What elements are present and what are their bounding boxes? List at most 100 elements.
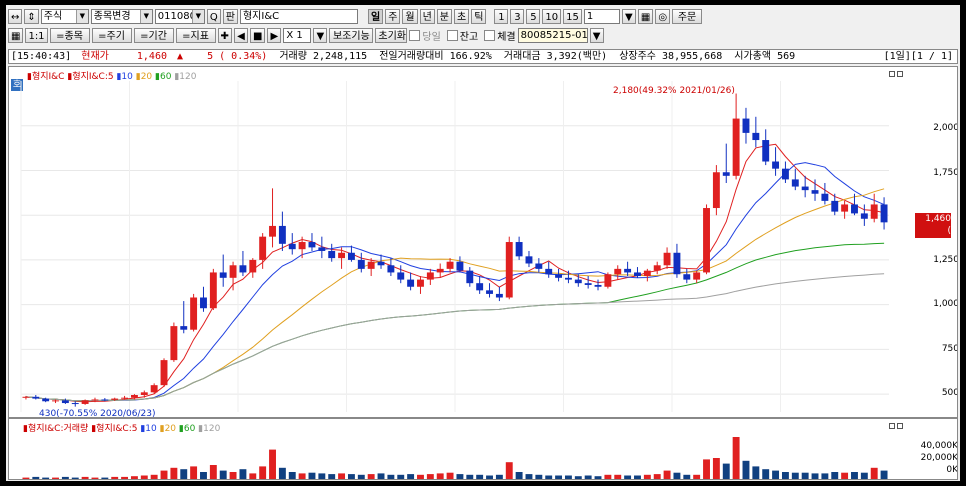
- candle: [663, 247, 671, 269]
- stock-name-value: 형지I&C: [242, 10, 280, 22]
- minute-button-3[interactable]: 3: [510, 8, 525, 24]
- candle-body: [634, 272, 641, 277]
- period-button-day[interactable]: 일: [367, 8, 384, 24]
- volume-bar: [249, 473, 257, 479]
- candle: [397, 265, 405, 284]
- volume-bar: [772, 470, 780, 479]
- volume-bar: [821, 473, 829, 479]
- grid-layout-icon[interactable]: ▦: [8, 27, 24, 43]
- y-tick-label: 1,250: [933, 255, 958, 265]
- crosshair-icon[interactable]: ✚: [217, 27, 232, 43]
- period-button-month[interactable]: 월: [402, 8, 418, 24]
- candle: [693, 270, 701, 284]
- chevron-down-icon[interactable]: ▼: [313, 27, 328, 43]
- candle-body: [703, 208, 710, 273]
- order-button[interactable]: 주문: [672, 8, 703, 24]
- candle: [318, 236, 326, 259]
- volume-bar: [456, 474, 464, 479]
- candle: [466, 267, 474, 287]
- candle: [624, 261, 632, 277]
- volume-bar: [61, 476, 69, 479]
- reset-button[interactable]: 초기화: [375, 27, 408, 43]
- grid-icon[interactable]: ▦: [637, 8, 654, 24]
- candle-body: [22, 396, 30, 398]
- period-button[interactable]: =기간: [133, 27, 174, 43]
- volume-bar: [446, 472, 454, 479]
- settings-icon[interactable]: ◎: [655, 8, 671, 24]
- item-button[interactable]: =종목: [49, 27, 90, 43]
- volume-bar: [81, 476, 89, 479]
- period-button-year[interactable]: 년: [419, 8, 435, 24]
- execution-checkbox[interactable]: 체결: [484, 28, 516, 43]
- candle-body: [387, 265, 395, 273]
- candle-body: [486, 290, 493, 294]
- search-button[interactable]: Q: [206, 8, 221, 24]
- period-button-minute[interactable]: 분: [436, 8, 452, 24]
- minute-button-10[interactable]: 10: [542, 8, 562, 24]
- minute-button-1[interactable]: 1: [494, 8, 509, 24]
- market-select[interactable]: 주식 ▼: [40, 8, 89, 24]
- window-move-icon[interactable]: ↔: [8, 8, 23, 24]
- account-select[interactable]: 80085215-01: [517, 27, 588, 43]
- minute-button-5[interactable]: 5: [526, 8, 541, 24]
- current-price-tag-change: ( 0.34%): [918, 226, 951, 248]
- interval-value: 1: [586, 10, 594, 22]
- candle-body: [742, 118, 750, 133]
- candle: [426, 268, 434, 285]
- candle-body: [594, 284, 602, 287]
- volume-bar: [752, 466, 760, 479]
- interval-input[interactable]: 1: [583, 8, 620, 24]
- indicator-button[interactable]: =지표: [175, 27, 216, 43]
- scroll-left-icon[interactable]: ◀: [233, 27, 248, 43]
- stock-code-input[interactable]: 011080 ▼: [154, 8, 205, 24]
- price-chart-canvas[interactable]: [9, 67, 899, 418]
- candle: [249, 258, 257, 278]
- balance-checkbox[interactable]: 잔고: [446, 28, 478, 43]
- volume-bar: [357, 474, 365, 479]
- volume-bar: [781, 472, 789, 479]
- volume-chart-canvas[interactable]: [9, 419, 899, 480]
- candle: [239, 250, 247, 277]
- volume-bar: [663, 470, 671, 479]
- volume-chart-panel[interactable]: ▮형지I&C:거래량 ▮형지I&C:5 ▮10 ▮20 ▮60 ▮120 40,…: [8, 418, 958, 480]
- candle: [860, 204, 868, 226]
- chevron-down-icon[interactable]: ▼: [621, 8, 636, 24]
- minute-button-15[interactable]: 15: [563, 8, 582, 24]
- candle-body: [160, 360, 168, 386]
- cycle-button[interactable]: =주기: [91, 27, 132, 43]
- candle-body: [397, 272, 405, 280]
- zoom-select[interactable]: X 1: [283, 27, 312, 43]
- candle-body: [407, 279, 415, 287]
- listed-shares: 상장주수 38,955,668: [619, 51, 723, 62]
- candle-body: [870, 204, 878, 219]
- scroll-right-icon[interactable]: ▶: [267, 27, 282, 43]
- period-button-tick[interactable]: 틱: [471, 8, 487, 24]
- volume-bar: [367, 474, 375, 479]
- candle-body: [357, 259, 365, 269]
- aux-function-button[interactable]: 보조기능: [329, 27, 374, 43]
- candle-body: [367, 261, 375, 269]
- ratio-button[interactable]: 1:1: [25, 27, 48, 43]
- price-chart-panel[interactable]: ▮형지I&C ▮형지I&C:5 ▮10 ▮20 ▮60 ▮120 호 2,000…: [8, 66, 958, 418]
- current-price-tag: 1,460 ( 0.34%): [915, 213, 951, 248]
- mode-button[interactable]: 판: [222, 8, 238, 24]
- period-button-week[interactable]: 주: [385, 8, 401, 24]
- candle: [170, 322, 178, 362]
- stock-name-field[interactable]: 형지I&C: [239, 8, 358, 24]
- volume-bar: [140, 475, 148, 479]
- candle-body: [298, 242, 306, 250]
- candle-body: [476, 283, 484, 291]
- stop-icon[interactable]: ■: [249, 27, 266, 43]
- volume-bar: [515, 472, 523, 479]
- candle-body: [81, 400, 89, 404]
- today-checkbox[interactable]: 당일: [409, 28, 441, 43]
- stock-change-select[interactable]: 종목변경 ▼: [90, 8, 153, 24]
- period-button-second[interactable]: 초: [454, 8, 470, 24]
- candle-body: [880, 204, 888, 223]
- market-spin-icon[interactable]: ⇕: [24, 8, 39, 24]
- chevron-down-icon[interactable]: ▼: [589, 27, 604, 43]
- candle: [564, 270, 572, 284]
- candle-body: [91, 399, 99, 401]
- candle-body: [781, 168, 789, 180]
- candle-body: [426, 272, 434, 280]
